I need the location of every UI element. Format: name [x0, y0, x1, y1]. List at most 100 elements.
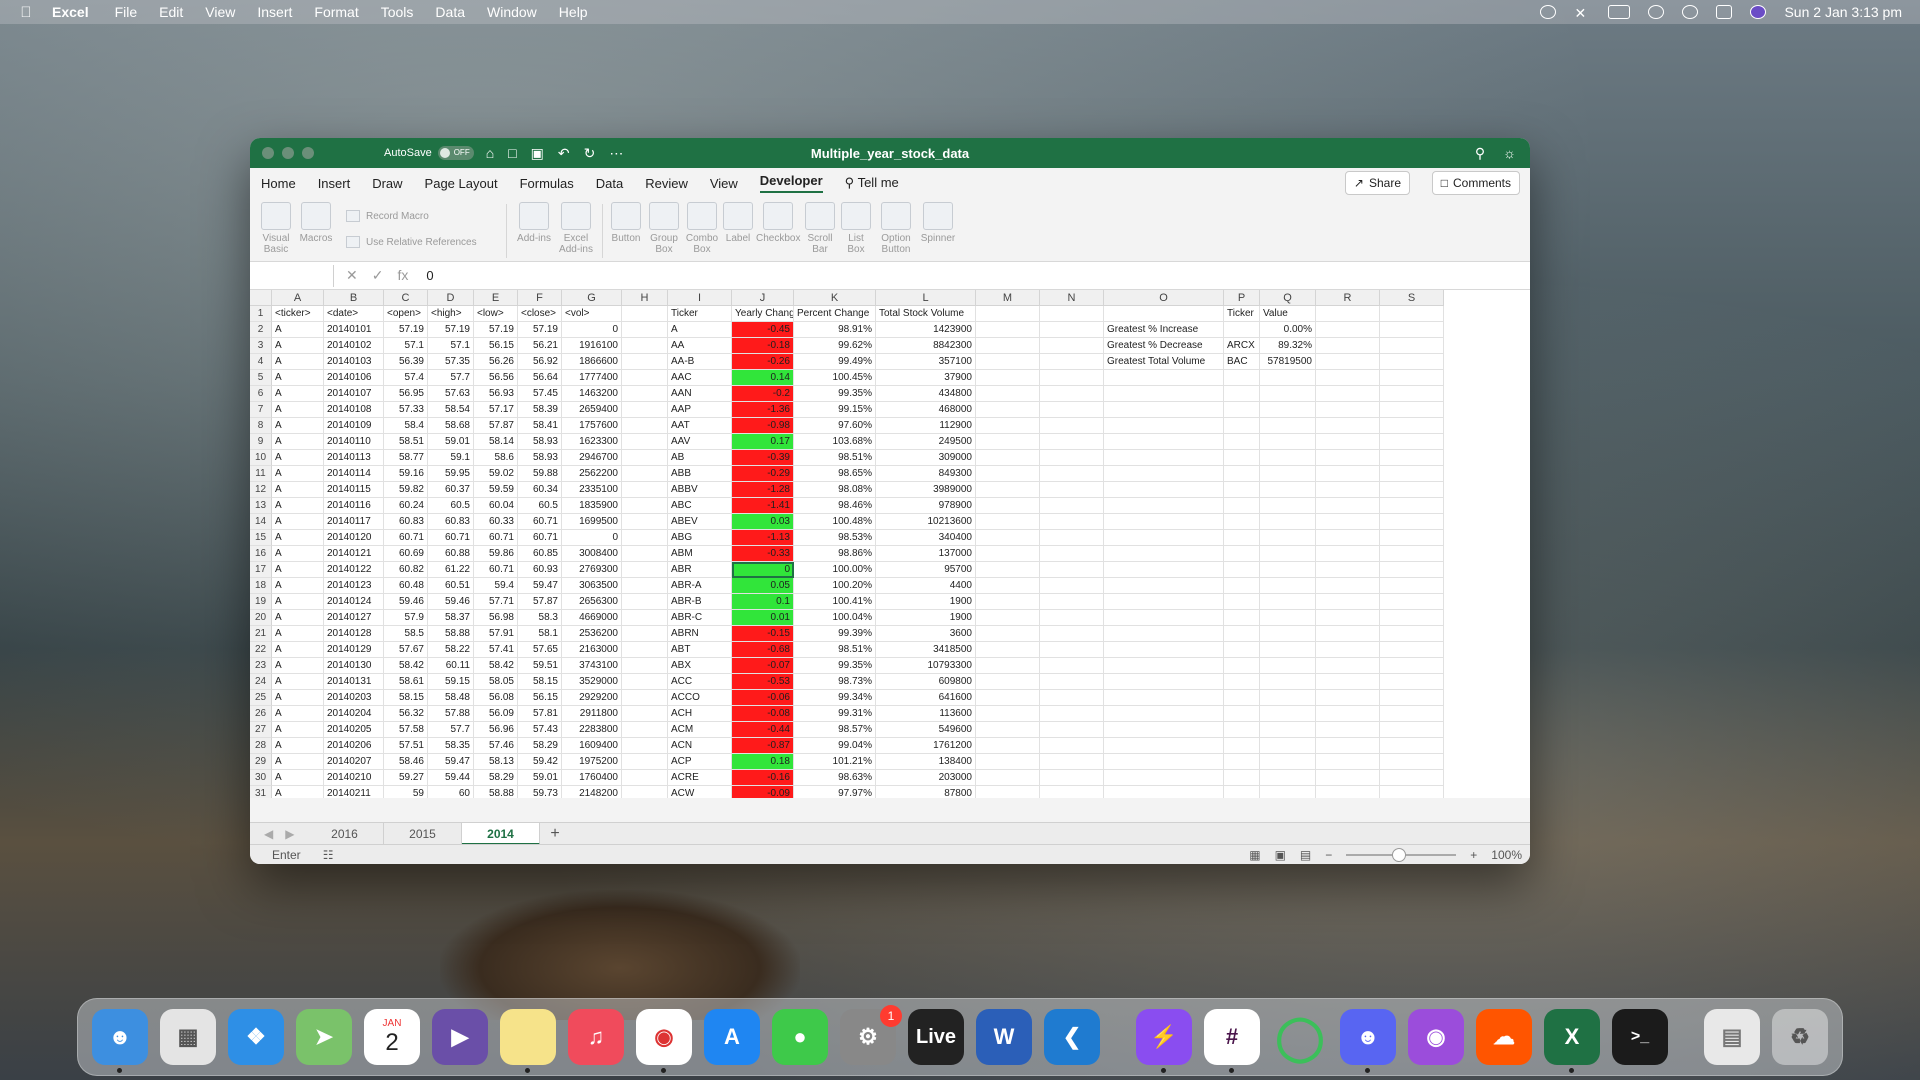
cell-P16[interactable]	[1224, 546, 1260, 562]
cell-G4[interactable]: 1866600	[562, 354, 622, 370]
cell-L18[interactable]: 4400	[876, 578, 976, 594]
cell-Q24[interactable]	[1260, 674, 1316, 690]
cell-J15[interactable]: -1.13	[732, 530, 794, 546]
cell-Q26[interactable]	[1260, 706, 1316, 722]
cell-E30[interactable]: 58.29	[474, 770, 518, 786]
cell-C4[interactable]: 56.39	[384, 354, 428, 370]
cell-M29[interactable]	[976, 754, 1040, 770]
cell-S28[interactable]	[1380, 738, 1444, 754]
row-header-17[interactable]: 17	[250, 562, 272, 578]
cell-H9[interactable]	[622, 434, 668, 450]
vs-icon[interactable]: ▶	[432, 1009, 488, 1065]
cell-P1[interactable]: Ticker	[1224, 306, 1260, 322]
launchpad-icon[interactable]: ▦	[160, 1009, 216, 1065]
cell-P5[interactable]	[1224, 370, 1260, 386]
cell-Q30[interactable]	[1260, 770, 1316, 786]
cell-I30[interactable]: ACRE	[668, 770, 732, 786]
row-header-12[interactable]: 12	[250, 482, 272, 498]
cell-E25[interactable]: 56.08	[474, 690, 518, 706]
cell-O20[interactable]	[1104, 610, 1224, 626]
cell-C2[interactable]: 57.19	[384, 322, 428, 338]
search-icon[interactable]	[1682, 5, 1699, 19]
cell-A6[interactable]: A	[272, 386, 324, 402]
row-header-2[interactable]: 2	[250, 322, 272, 338]
ableton-live-icon[interactable]: Live	[908, 1009, 964, 1065]
cell-O1[interactable]	[1104, 306, 1224, 322]
cell-J27[interactable]: -0.44	[732, 722, 794, 738]
cell-H8[interactable]	[622, 418, 668, 434]
cell-S26[interactable]	[1380, 706, 1444, 722]
cell-D10[interactable]: 59.1	[428, 450, 474, 466]
cell-G29[interactable]: 1975200	[562, 754, 622, 770]
discord-icon[interactable]: ☻	[1340, 1009, 1396, 1073]
zoom-out-button[interactable]: −	[1325, 848, 1332, 862]
cell-J12[interactable]: -1.28	[732, 482, 794, 498]
cell-E4[interactable]: 56.26	[474, 354, 518, 370]
cell-M5[interactable]	[976, 370, 1040, 386]
share-button[interactable]: ↗ Share	[1344, 171, 1410, 195]
cell-D24[interactable]: 59.15	[428, 674, 474, 690]
cell-A30[interactable]: A	[272, 770, 324, 786]
cell-O13[interactable]	[1104, 498, 1224, 514]
cell-C15[interactable]: 60.71	[384, 530, 428, 546]
cell-J26[interactable]: -0.08	[732, 706, 794, 722]
cell-N24[interactable]	[1040, 674, 1104, 690]
cell-M20[interactable]	[976, 610, 1040, 626]
cell-J11[interactable]: -0.29	[732, 466, 794, 482]
cell-Q1[interactable]: Value	[1260, 306, 1316, 322]
cell-E24[interactable]: 58.05	[474, 674, 518, 690]
cell-I19[interactable]: ABR-B	[668, 594, 732, 610]
cell-I21[interactable]: ABRN	[668, 626, 732, 642]
cell-H13[interactable]	[622, 498, 668, 514]
cell-Q10[interactable]	[1260, 450, 1316, 466]
cell-S6[interactable]	[1380, 386, 1444, 402]
cell-K20[interactable]: 100.04%	[794, 610, 876, 626]
cell-L22[interactable]: 3418500	[876, 642, 976, 658]
cell-R25[interactable]	[1316, 690, 1380, 706]
scroll-bar-control[interactable]: Scroll Bar	[804, 202, 836, 255]
cell-Q8[interactable]	[1260, 418, 1316, 434]
cell-L10[interactable]: 309000	[876, 450, 976, 466]
cell-G12[interactable]: 2335100	[562, 482, 622, 498]
column-header-R[interactable]: R	[1316, 290, 1380, 306]
cell-A23[interactable]: A	[272, 658, 324, 674]
cell-A25[interactable]: A	[272, 690, 324, 706]
cell-M14[interactable]	[976, 514, 1040, 530]
cell-D21[interactable]: 58.88	[428, 626, 474, 642]
cell-Q31[interactable]	[1260, 786, 1316, 798]
cell-H18[interactable]	[622, 578, 668, 594]
form-button-control[interactable]: Button	[608, 202, 644, 244]
cell-K31[interactable]: 97.97%	[794, 786, 876, 798]
cell-N10[interactable]	[1040, 450, 1104, 466]
cell-E22[interactable]: 57.41	[474, 642, 518, 658]
cell-G17[interactable]: 2769300	[562, 562, 622, 578]
cell-K24[interactable]: 98.73%	[794, 674, 876, 690]
cell-D6[interactable]: 57.63	[428, 386, 474, 402]
cell-S9[interactable]	[1380, 434, 1444, 450]
cell-N21[interactable]	[1040, 626, 1104, 642]
cell-B1[interactable]: <date>	[324, 306, 384, 322]
row-header-11[interactable]: 11	[250, 466, 272, 482]
column-header-E[interactable]: E	[474, 290, 518, 306]
row-header-27[interactable]: 27	[250, 722, 272, 738]
row-header-4[interactable]: 4	[250, 354, 272, 370]
cell-L21[interactable]: 3600	[876, 626, 976, 642]
cell-O25[interactable]	[1104, 690, 1224, 706]
cell-H6[interactable]	[622, 386, 668, 402]
tab-developer[interactable]: Developer	[759, 173, 823, 193]
cell-P10[interactable]	[1224, 450, 1260, 466]
cell-A16[interactable]: A	[272, 546, 324, 562]
cell-J24[interactable]: -0.53	[732, 674, 794, 690]
cell-M28[interactable]	[976, 738, 1040, 754]
name-box[interactable]	[250, 264, 334, 287]
cell-H23[interactable]	[622, 658, 668, 674]
cell-R30[interactable]	[1316, 770, 1380, 786]
documents-icon[interactable]: ▤	[1704, 1009, 1760, 1065]
cell-L24[interactable]: 609800	[876, 674, 976, 690]
cell-I17[interactable]: ABR	[668, 562, 732, 578]
cell-F16[interactable]: 60.85	[518, 546, 562, 562]
group-box-control[interactable]: Group Box	[646, 202, 682, 255]
cell-E3[interactable]: 56.15	[474, 338, 518, 354]
cell-B9[interactable]: 20140110	[324, 434, 384, 450]
cell-C6[interactable]: 56.95	[384, 386, 428, 402]
